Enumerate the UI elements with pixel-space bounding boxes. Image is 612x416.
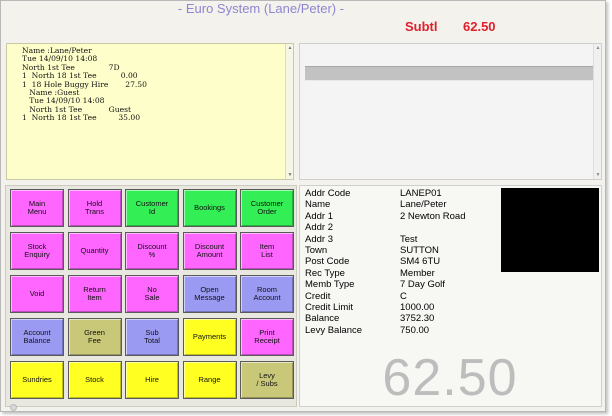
scroll-down-arrow-icon[interactable]: ▼	[595, 172, 601, 178]
account-field-value: C	[400, 290, 407, 302]
receipt-scrollbar[interactable]: ▲ ▼	[285, 44, 293, 179]
account-details-panel: Addr Code LANEP01 Name Lane/Peter Addr 12 Ne…	[299, 185, 602, 407]
account-field-label: Addr 2	[305, 222, 333, 234]
sundries-button[interactable]: Sundries	[10, 361, 64, 399]
payments-button[interactable]: Payments	[182, 318, 237, 356]
account-field-label: Addr 3	[305, 233, 333, 245]
subtotal-label: Subtl	[405, 19, 438, 34]
account-field-value: 750.00	[400, 324, 430, 336]
big-total-display: 62.50	[382, 349, 518, 407]
customer-id-button[interactable]: Customer Id	[125, 189, 179, 227]
void-button[interactable]: Void	[10, 275, 64, 313]
account-field-label: Addr Code	[305, 188, 351, 199]
resize-grip-icon[interactable]	[10, 404, 17, 411]
levy-subs-button[interactable]: Levy / Subs	[240, 361, 294, 399]
account-field-label: Credit Limit	[305, 302, 354, 313]
receipt-panel[interactable]: Name :Lane/Peter Tue 14/09/10 14:08 North …	[6, 43, 294, 180]
range-button[interactable]: Range	[182, 361, 237, 399]
green-fee-button[interactable]: Green Fee	[67, 318, 122, 356]
account-field-label: Rec Type	[305, 267, 345, 279]
stock-button[interactable]: Stock	[67, 361, 122, 399]
account-field-label: Addr 1	[305, 210, 333, 222]
account-field-label: Memb Type	[305, 279, 355, 291]
account-field-label: Post Code	[305, 256, 350, 268]
stock-enquiry-button[interactable]: Stock Enquiry	[10, 232, 64, 270]
subtotal-value: 62.50	[463, 19, 496, 34]
discount-button[interactable]: Discount %	[125, 232, 179, 270]
receipt-lines: Name :Lane/Peter Tue 14/09/10 14:08 North …	[22, 46, 277, 123]
scroll-up-arrow-icon[interactable]: ▲	[287, 45, 293, 51]
main-menu-button[interactable]: Main Menu	[10, 189, 64, 227]
print-receipt-button[interactable]: Print Receipt	[240, 318, 294, 356]
account-field-value: 3752.30	[400, 313, 435, 325]
member-photo	[501, 188, 599, 272]
room-account-button[interactable]: Room Account	[240, 275, 294, 313]
discount-amount-button[interactable]: Discount Amount	[182, 232, 237, 270]
customer-order-button[interactable]: Customer Order	[240, 189, 294, 227]
receipt-line: 1 North 18 1st Tee 35.00	[22, 113, 141, 123]
account-field-label: Credit	[305, 290, 331, 302]
bookings-button[interactable]: Bookings	[182, 189, 237, 227]
item-list-button[interactable]: Item List	[240, 232, 294, 270]
message-panel: ▲ ▼	[299, 43, 602, 180]
scroll-up-arrow-icon[interactable]: ▲	[595, 45, 601, 51]
open-message-button[interactable]: Open Message	[182, 275, 237, 313]
message-bar	[305, 66, 597, 81]
pos-window: - Euro System (Lane/Peter) - Subtl 62.50…	[0, 0, 606, 412]
account-field-label: Name	[305, 199, 331, 211]
scroll-down-arrow-icon[interactable]: ▼	[287, 172, 293, 178]
return-item-button[interactable]: Return Item	[67, 275, 122, 313]
no-sale-button[interactable]: No Sale	[125, 275, 179, 313]
hire-button[interactable]: Hire	[125, 361, 179, 399]
message-scrollbar[interactable]: ▲ ▼	[593, 44, 601, 179]
account-field-label: Balance	[305, 313, 340, 325]
hold-trans-button[interactable]: Hold Trans	[67, 189, 122, 227]
quantity-button[interactable]: Quantity	[67, 232, 122, 270]
account-field-value: 1000.00	[400, 302, 435, 313]
account-field-label: Levy Balance	[305, 324, 363, 336]
function-keypad: Main Menu Hold Trans Customer Id Bookings Cu…	[5, 185, 297, 407]
window-title: - Euro System (Lane/Peter) -	[177, 1, 345, 16]
account-field-label: Town	[305, 245, 328, 256]
sub-total-button[interactable]: Sub Total	[125, 318, 179, 356]
account-field-value: 7 Day Golf	[400, 279, 445, 291]
account-balance-button[interactable]: Account Balance	[10, 318, 64, 356]
